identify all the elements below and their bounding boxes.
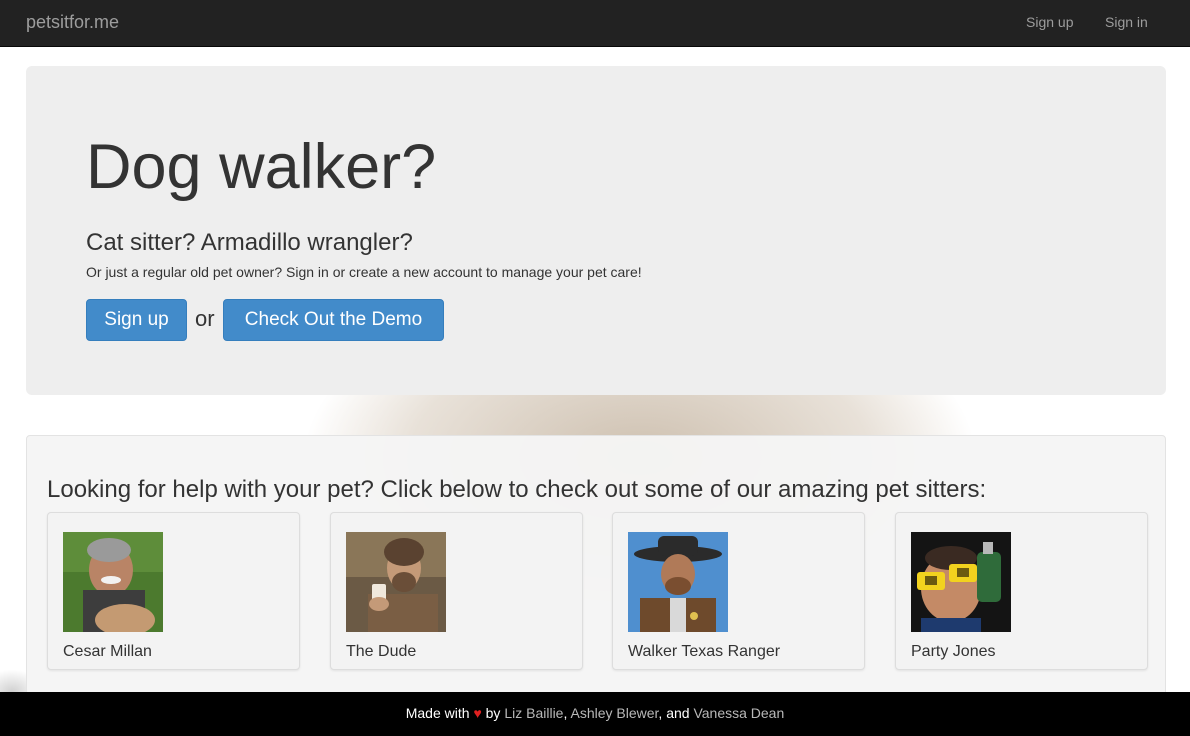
sitter-name: Party Jones [911, 643, 996, 660]
footer-by-text: by [485, 705, 501, 721]
sitter-photo-party-jones [911, 532, 1011, 632]
sign-up-button[interactable]: Sign up [86, 299, 187, 341]
nav-sign-in-link[interactable]: Sign in [1105, 14, 1148, 30]
footer-comma: , [563, 705, 568, 721]
author-link-liz-baillie[interactable]: Liz Baillie [504, 705, 563, 721]
top-navbar: petsitfor.me Sign up Sign in [0, 0, 1190, 47]
hero-subtitle: Cat sitter? Armadillo wrangler? [86, 229, 413, 256]
hero-description: Or just a regular old pet owner? Sign in… [86, 264, 642, 280]
footer-comma: , [658, 705, 663, 721]
sitter-card-party-jones[interactable]: Party Jones [895, 512, 1148, 670]
author-link-ashley-blewer[interactable]: Ashley Blewer [570, 705, 658, 721]
footer-and-text: and [666, 705, 690, 721]
sitters-panel: Looking for help with your pet? Click be… [26, 435, 1166, 700]
hero-jumbotron: Dog walker? Cat sitter? Armadillo wrangl… [26, 66, 1166, 395]
sitter-photo-the-dude [346, 532, 446, 632]
or-separator: or [195, 306, 215, 331]
page-footer: Made with ♥ by Liz Baillie, Ashley Blewe… [0, 692, 1190, 736]
sitter-name: Cesar Millan [63, 643, 152, 660]
sitter-name: The Dude [346, 643, 417, 660]
heart-icon: ♥ [473, 705, 482, 721]
sitter-name: Walker Texas Ranger [628, 643, 781, 660]
sitter-card-the-dude[interactable]: The Dude [330, 512, 583, 670]
sitter-card-cesar-millan[interactable]: Cesar Millan [47, 512, 300, 670]
author-link-vanessa-dean[interactable]: Vanessa Dean [693, 705, 784, 721]
sitter-card-walker-texas-ranger[interactable]: Walker Texas Ranger [612, 512, 865, 670]
nav-sign-up-link[interactable]: Sign up [1026, 14, 1073, 30]
brand-link[interactable]: petsitfor.me [26, 12, 119, 33]
sitter-photo-walker-texas-ranger [628, 532, 728, 632]
check-out-demo-button[interactable]: Check Out the Demo [223, 299, 444, 341]
sitters-heading: Looking for help with your pet? Click be… [47, 476, 987, 503]
hero-title: Dog walker? [86, 132, 437, 202]
sitter-photo-cesar-millan [63, 532, 163, 632]
footer-made-with-text: Made with [405, 705, 470, 721]
